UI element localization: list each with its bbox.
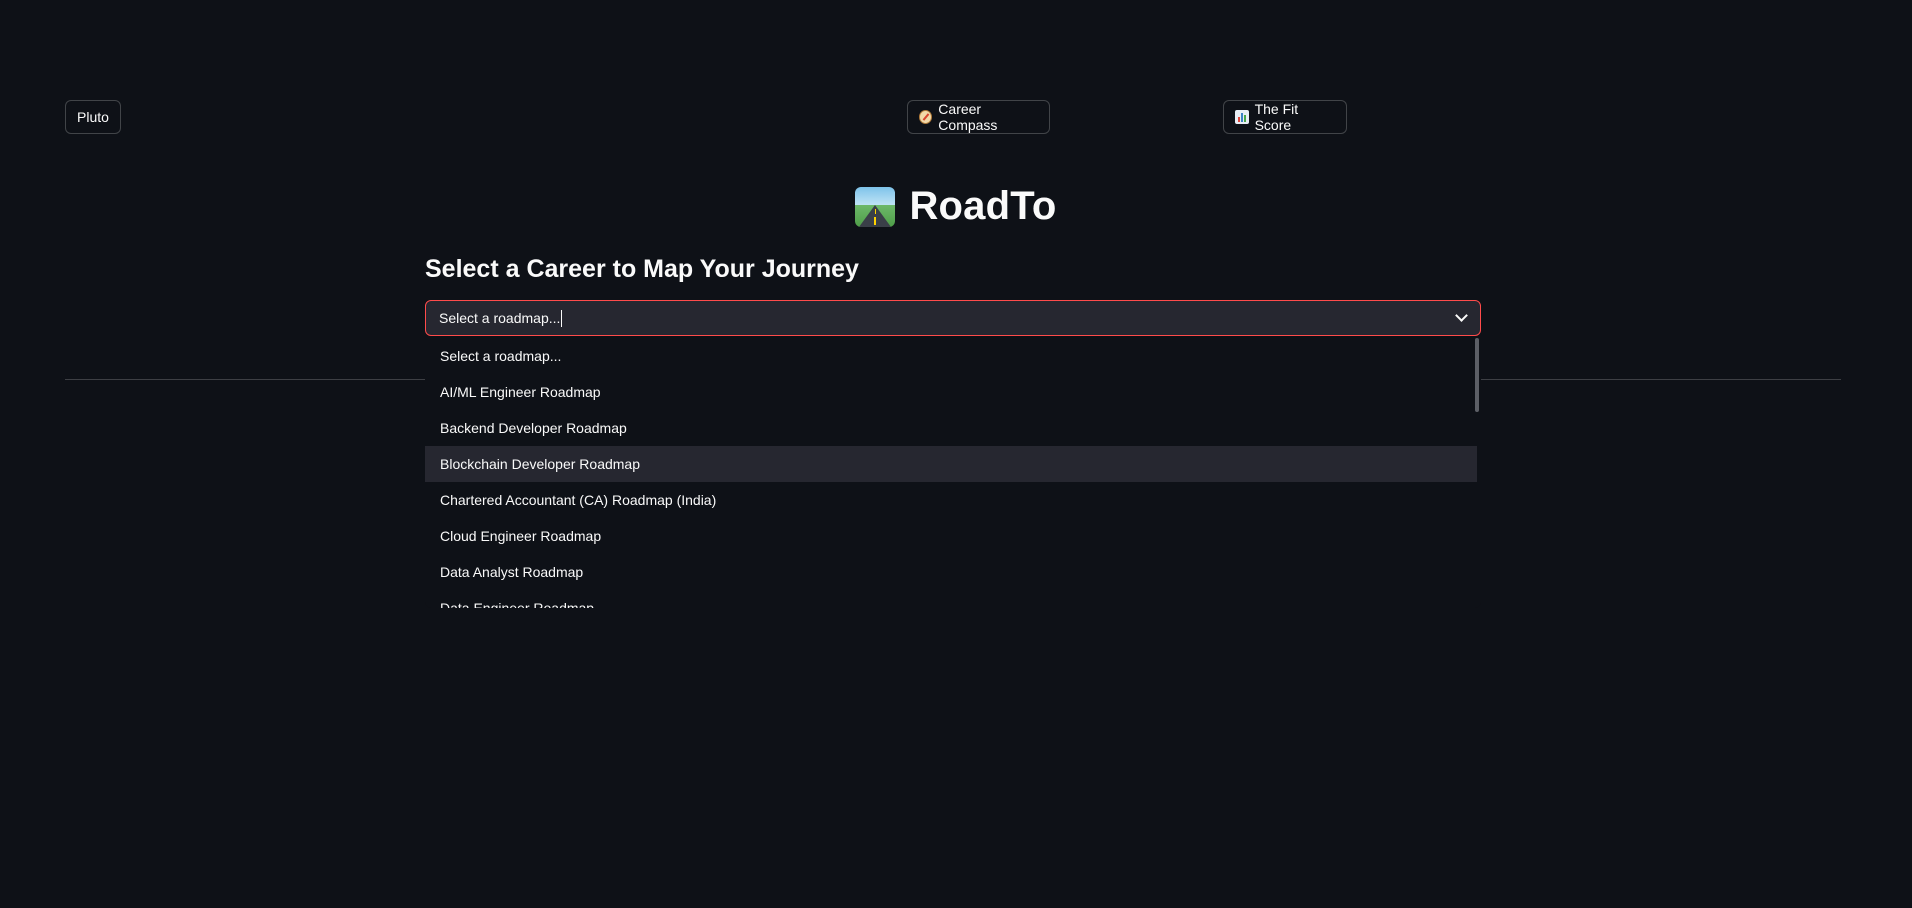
fit-score-label: The Fit Score bbox=[1254, 101, 1299, 133]
career-compass-button[interactable]: Career Compass bbox=[907, 100, 1050, 134]
page-title: RoadTo bbox=[909, 184, 1057, 228]
chevron-down-icon[interactable] bbox=[1455, 309, 1468, 322]
bar-chart-icon bbox=[1235, 110, 1249, 124]
dropdown-option[interactable]: Chartered Accountant (CA) Roadmap (India… bbox=[425, 482, 1477, 518]
career-compass-label: Career Compass bbox=[938, 101, 998, 133]
roadmap-select[interactable]: Select a roadmap... bbox=[425, 300, 1481, 336]
dropdown-option[interactable]: Select a roadmap... bbox=[425, 338, 1477, 374]
roadmap-select-value: Select a roadmap... bbox=[439, 310, 561, 326]
dropdown-option-highlighted[interactable]: Blockchain Developer Roadmap bbox=[425, 446, 1477, 482]
pluto-button[interactable]: Pluto bbox=[65, 100, 121, 134]
dropdown-scrollbar[interactable] bbox=[1475, 338, 1479, 412]
text-caret bbox=[561, 309, 563, 327]
fit-score-button[interactable]: The Fit Score bbox=[1223, 100, 1347, 134]
section-heading: Select a Career to Map Your Journey bbox=[425, 255, 859, 283]
roadmap-dropdown-list[interactable]: Select a roadmap... AI/ML Engineer Roadm… bbox=[425, 338, 1481, 608]
page-header: RoadTo bbox=[0, 184, 1912, 229]
dropdown-option[interactable]: Data Engineer Roadmap bbox=[425, 590, 1477, 608]
dropdown-option[interactable]: Backend Developer Roadmap bbox=[425, 410, 1477, 446]
dropdown-option[interactable]: AI/ML Engineer Roadmap bbox=[425, 374, 1477, 410]
compass-icon bbox=[919, 110, 933, 124]
motorway-icon bbox=[855, 186, 896, 227]
dropdown-option[interactable]: Cloud Engineer Roadmap bbox=[425, 518, 1477, 554]
pluto-button-label: Pluto bbox=[77, 109, 109, 125]
dropdown-option[interactable]: Data Analyst Roadmap bbox=[425, 554, 1477, 590]
